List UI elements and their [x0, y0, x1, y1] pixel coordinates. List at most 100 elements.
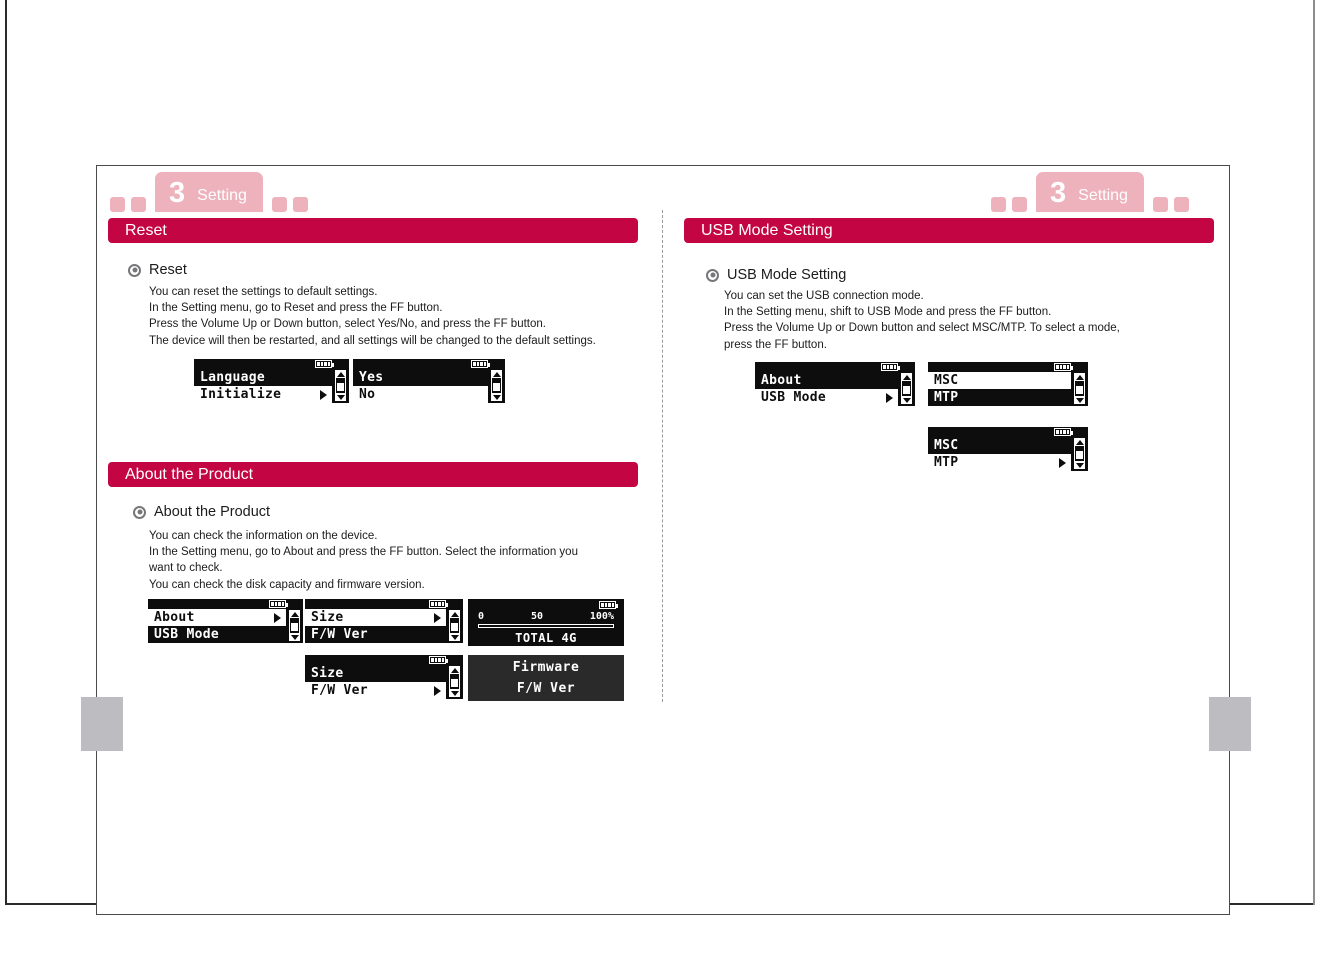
- body-line: You can set the USB connection mode.: [724, 290, 924, 302]
- lcd-menu-row: MTP: [928, 454, 1071, 471]
- lcd-scrollbar[interactable]: [490, 370, 503, 401]
- lcd-menu-row: USB Mode: [755, 389, 898, 406]
- lcd-row-label: Language: [200, 370, 266, 385]
- lcd-row-label: F/W Ver: [311, 683, 368, 698]
- battery-icon: [881, 363, 900, 371]
- scroll-thumb[interactable]: [903, 385, 910, 394]
- lcd-screen-size-menu: Size F/W Ver: [305, 599, 463, 643]
- chapter-word: Setting: [1078, 187, 1128, 204]
- scroll-down-icon[interactable]: [335, 393, 346, 401]
- battery-icon: [1054, 363, 1073, 371]
- body-line: The device will then be restarted, and a…: [149, 334, 596, 347]
- lcd-topbar: [755, 362, 915, 372]
- lcd-scrollbar[interactable]: [448, 666, 461, 697]
- scroll-down-icon[interactable]: [449, 633, 460, 641]
- lcd-topbar: [148, 599, 303, 609]
- lcd-menu-row: Initialize: [194, 386, 332, 403]
- subheading-usb-mode: USB Mode Setting: [706, 267, 846, 283]
- lcd-topbar: [305, 655, 463, 665]
- lcd-row-label: F/W Ver: [311, 627, 368, 642]
- firmware-line-2: F/W Ver: [516, 681, 576, 696]
- scroll-up-icon[interactable]: [449, 610, 460, 618]
- lcd-topbar: [353, 359, 505, 369]
- lcd-row-label: Size: [311, 666, 344, 681]
- scroll-thumb[interactable]: [493, 382, 500, 391]
- scroll-up-icon[interactable]: [1074, 373, 1085, 381]
- lcd-row-label: USB Mode: [154, 627, 220, 642]
- lcd-scrollbar[interactable]: [448, 610, 461, 641]
- lcd-row-label: No: [359, 387, 376, 402]
- radio-bullet-icon: [706, 268, 719, 282]
- lcd-scrollbar[interactable]: [334, 370, 347, 401]
- lcd-scrollbar[interactable]: [1073, 438, 1086, 469]
- scroll-up-icon[interactable]: [449, 666, 460, 674]
- scroll-down-icon[interactable]: [449, 689, 460, 697]
- chapter-chip: [271, 197, 287, 212]
- scroll-up-icon[interactable]: [1074, 438, 1085, 446]
- scroll-track[interactable]: [449, 674, 460, 689]
- body-line: Press the Volume Up or Down button, sele…: [149, 318, 546, 331]
- lcd-screen-about-menu: About USB Mode: [148, 599, 303, 643]
- lcd-screen-firmware: Firmware F/W Ver: [468, 655, 624, 701]
- capacity-scale-max: 100%: [589, 611, 614, 622]
- lcd-row-label: MSC: [934, 373, 959, 388]
- lcd-row-label: MSC: [934, 438, 959, 453]
- lcd-scrollbar[interactable]: [1073, 373, 1086, 404]
- chevron-right-icon: [434, 685, 441, 696]
- capacity-progress-bar: [478, 624, 614, 628]
- lcd-menu-row: MTP: [928, 389, 1071, 406]
- scroll-thumb[interactable]: [451, 622, 458, 631]
- scroll-down-icon[interactable]: [491, 393, 502, 401]
- lcd-menu-row: MSC: [928, 372, 1071, 389]
- lcd-menu-row: Size: [305, 665, 446, 682]
- scroll-track[interactable]: [449, 618, 460, 633]
- scroll-up-icon[interactable]: [289, 610, 300, 618]
- scroll-track[interactable]: [289, 618, 300, 633]
- lcd-row-label: MTP: [934, 455, 959, 470]
- chapter-chip: [991, 197, 1006, 212]
- lcd-topbar: [194, 359, 349, 369]
- capacity-scale: 0 50 100%: [478, 611, 614, 622]
- chapter-plate: 3 Setting: [1036, 172, 1144, 212]
- chevron-right-icon: [434, 612, 441, 623]
- body-line: You can check the disk capacity and firm…: [149, 578, 425, 591]
- subheading-label: Reset: [149, 262, 187, 278]
- scroll-thumb[interactable]: [291, 622, 298, 631]
- lcd-scrollbar[interactable]: [900, 373, 913, 404]
- chapter-chip: [292, 197, 308, 212]
- section-banner-usb-mode: USB Mode Setting: [684, 218, 1214, 243]
- scroll-track[interactable]: [491, 378, 502, 393]
- lcd-row-label: About: [761, 373, 802, 388]
- scroll-track[interactable]: [1074, 446, 1085, 461]
- scroll-down-icon[interactable]: [901, 396, 912, 404]
- chapter-chip: [131, 197, 146, 212]
- scroll-down-icon[interactable]: [1074, 461, 1085, 469]
- scroll-down-icon[interactable]: [1074, 396, 1085, 404]
- scroll-thumb[interactable]: [337, 382, 344, 391]
- radio-bullet-icon: [133, 505, 146, 519]
- scroll-track[interactable]: [335, 378, 346, 393]
- scroll-thumb[interactable]: [1076, 385, 1083, 394]
- body-line: In the Setting menu, shift to USB Mode a…: [724, 306, 1052, 319]
- scroll-track[interactable]: [901, 381, 912, 396]
- scroll-up-icon[interactable]: [335, 370, 346, 378]
- capacity-total-label: TOTAL 4G: [515, 631, 577, 645]
- scroll-track[interactable]: [1074, 381, 1085, 396]
- lcd-row-label: USB Mode: [761, 390, 827, 405]
- scroll-up-icon[interactable]: [491, 370, 502, 378]
- lcd-screen-yes-no: Yes No: [353, 359, 505, 403]
- scroll-thumb[interactable]: [451, 678, 458, 687]
- lcd-menu-row: Yes: [353, 369, 488, 386]
- chevron-right-icon: [274, 612, 281, 623]
- lcd-screen-disk-capacity: 0 50 100% TOTAL 4G: [468, 599, 624, 646]
- lcd-menu-row: No: [353, 386, 488, 403]
- section-banner-reset: Reset: [108, 218, 638, 243]
- subheading-label: About the Product: [154, 504, 271, 520]
- battery-icon: [429, 600, 448, 608]
- lcd-row-label: MTP: [934, 390, 959, 405]
- scroll-up-icon[interactable]: [901, 373, 912, 381]
- scroll-thumb[interactable]: [1076, 450, 1083, 459]
- lcd-scrollbar[interactable]: [288, 610, 301, 641]
- scroll-down-icon[interactable]: [289, 633, 300, 641]
- lcd-menu-row: F/W Ver: [305, 626, 446, 643]
